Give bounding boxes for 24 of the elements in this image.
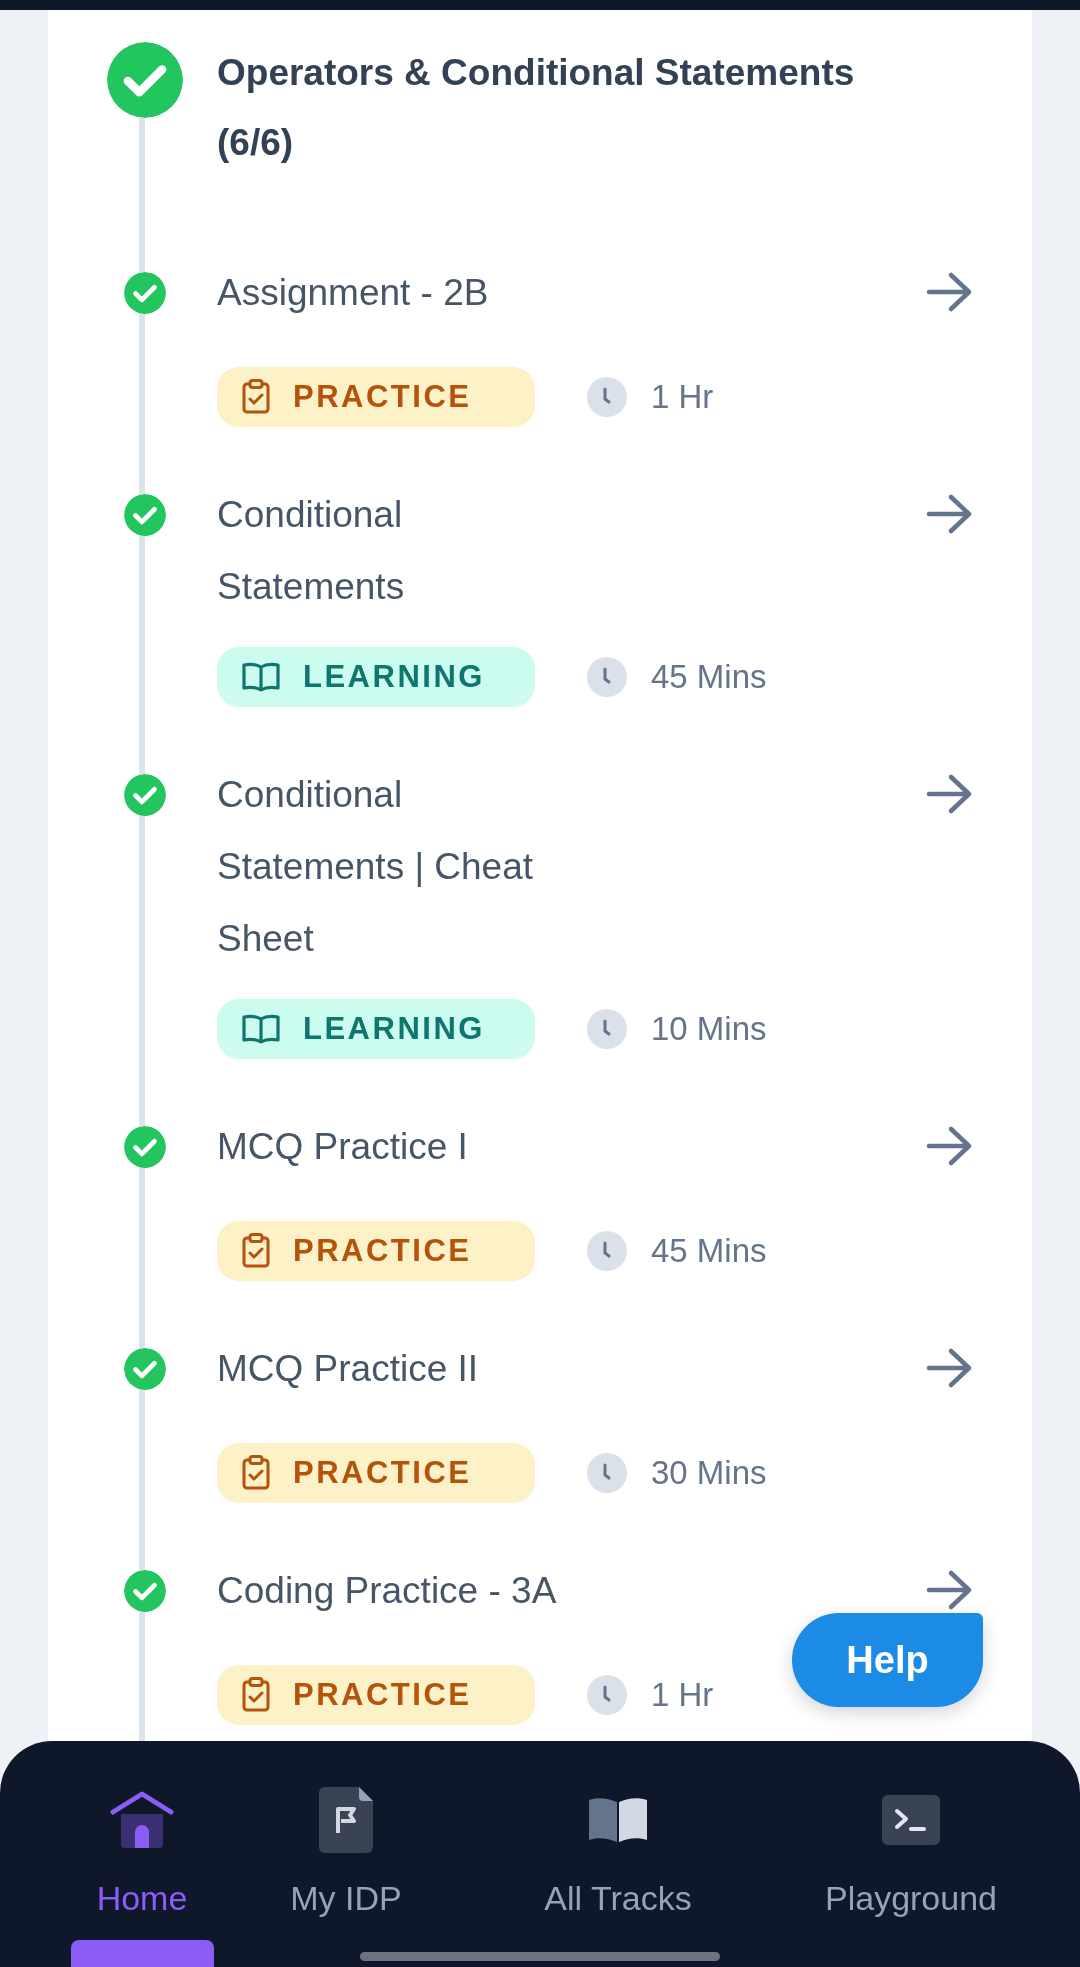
duration-text: 1 Hr	[651, 1676, 714, 1714]
lesson-title[interactable]: MCQ Practice I	[217, 1111, 567, 1183]
duration-text: 45 Mins	[651, 1232, 767, 1270]
nav-tab[interactable]: All Tracks	[503, 1785, 733, 1967]
help-button[interactable]: Help	[792, 1613, 983, 1707]
practice-tag: PRACTICE	[217, 1665, 535, 1725]
practice-tag: PRACTICE	[217, 367, 535, 427]
nav-tab[interactable]: Home	[47, 1785, 237, 1967]
nav-tab[interactable]: My IDP	[251, 1785, 441, 1967]
duration-text: 10 Mins	[651, 1010, 767, 1048]
module-title: Operators & Conditional Statements (6/6)	[217, 51, 856, 165]
practice-tag: PRACTICE	[217, 1221, 535, 1281]
lesson-title[interactable]: Assignment - 2B	[217, 257, 567, 329]
practice-tag: PRACTICE	[217, 1443, 535, 1503]
duration-text: 1 Hr	[651, 378, 714, 416]
duration-text: 45 Mins	[651, 658, 767, 696]
learning-tag: LEARNING	[217, 647, 535, 707]
lesson-title[interactable]: Coding Practice - 3A	[217, 1555, 567, 1627]
learning-tag: LEARNING	[217, 999, 535, 1059]
lesson-title[interactable]: MCQ Practice II	[217, 1333, 567, 1405]
duration-text: 30 Mins	[651, 1454, 767, 1492]
lesson-title[interactable]: Conditional Statements	[217, 479, 567, 623]
lesson-title[interactable]: Conditional Statements | Cheat Sheet	[217, 759, 567, 975]
nav-tab[interactable]: Playground	[781, 1785, 1041, 1967]
